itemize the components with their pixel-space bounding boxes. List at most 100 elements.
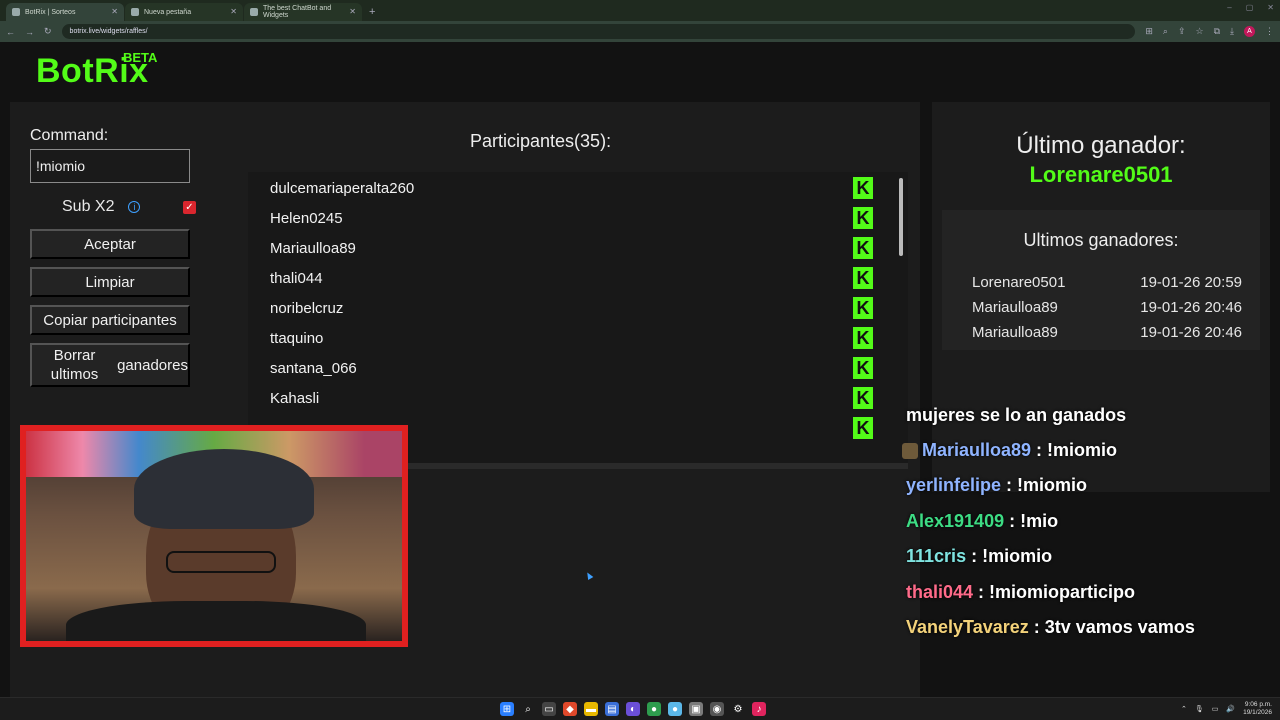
chat-username: yerlinfelipe: [906, 475, 1002, 495]
winner-time: 19-01-26 20:46: [1140, 324, 1242, 341]
chat-message: Alex191409 : !mio: [906, 511, 1058, 532]
chat-message: thali044 : !miomioparticipo: [906, 582, 1135, 603]
chat-username: VanelyTavarez: [906, 617, 1029, 637]
list-item: noribelcruz K: [248, 293, 908, 323]
tray-chevron-icon[interactable]: ⌃: [1181, 705, 1187, 713]
beta-badge: BETA: [123, 50, 158, 65]
chrome-profile-icon[interactable]: ●: [668, 702, 682, 716]
participant-name: thali044: [270, 269, 323, 287]
obs-icon[interactable]: ◉: [710, 702, 724, 716]
forward-icon[interactable]: →: [25, 27, 34, 37]
tab-botrix[interactable]: BotRix | Sorteos ✕: [6, 3, 124, 21]
chat-username: thali044: [906, 582, 974, 602]
winner-row: Mariaulloa89 19-01-26 20:46: [972, 324, 1242, 341]
menu-kebab-icon[interactable]: ⋮: [1265, 26, 1274, 37]
app-icon[interactable]: ▣: [689, 702, 703, 716]
bookmark-star-icon[interactable]: ☆: [1196, 26, 1204, 37]
microphone-icon[interactable]: 🎙: [1195, 705, 1204, 713]
webcam-feed: [26, 431, 402, 641]
chat-message: 111cris : !miomio: [906, 546, 1052, 567]
list-item: dulcemariaperalta260 K: [248, 173, 908, 203]
app-icon[interactable]: ◐: [626, 702, 640, 716]
chat-message: yerlinfelipe : !miomio: [906, 475, 1087, 496]
volume-icon[interactable]: 🔊: [1226, 705, 1235, 713]
list-item: Mariaulloa89 K: [248, 233, 908, 263]
url-field[interactable]: botrix.live/widgets/raffles/: [61, 24, 1136, 39]
kick-icon: K: [853, 417, 873, 439]
kick-icon: K: [853, 387, 873, 409]
new-tab-button[interactable]: +: [363, 6, 381, 21]
list-item: Helen0245 K: [248, 203, 908, 233]
participant-name: dulcemariaperalta260: [270, 179, 415, 197]
brave-icon[interactable]: ◆: [563, 702, 577, 716]
list-scrollbar[interactable]: [899, 178, 903, 256]
zoom-icon[interactable]: ⌕: [1163, 26, 1168, 37]
list-item: ttaquino K: [248, 323, 908, 353]
sub-x2-row: Sub X2 i ✓: [30, 193, 196, 221]
tab-chatbot[interactable]: The best ChatBot and Widgets ✕: [244, 3, 362, 21]
winner-time: 19-01-26 20:59: [1140, 274, 1242, 291]
participant-name: Helen0245: [270, 209, 343, 227]
close-tab-icon[interactable]: ✕: [230, 7, 237, 16]
participants-list[interactable]: dulcemariaperalta260 K Helen0245 K Maria…: [248, 172, 908, 464]
back-icon[interactable]: ←: [6, 27, 15, 37]
translate-icon[interactable]: ⊞: [1145, 26, 1153, 37]
chat-text: : !mio: [1004, 511, 1059, 531]
search-icon[interactable]: ⌕: [521, 702, 535, 716]
delete-winners-button[interactable]: Borrar ultimos ganadores: [30, 343, 190, 387]
tab-new[interactable]: Nueva pestaña ✕: [125, 3, 243, 21]
kick-icon: K: [853, 237, 873, 259]
delete-winners-label-line1: Borrar ultimos: [50, 347, 99, 383]
profile-avatar[interactable]: A: [1244, 26, 1255, 37]
extensions-icon[interactable]: ⧉: [1214, 26, 1220, 37]
chat-message: Mariaulloa89 : !miomio: [902, 440, 1117, 461]
winner-name: Lorenare0501: [972, 274, 1066, 291]
tiktok-icon[interactable]: ♪: [752, 702, 766, 716]
sub-x2-checkbox[interactable]: ✓: [183, 200, 196, 214]
clear-button[interactable]: Limpiar: [30, 267, 190, 297]
chat-text: : !miomio: [966, 546, 1053, 566]
task-view-icon[interactable]: ▭: [542, 702, 556, 716]
steam-icon[interactable]: ⚙: [731, 702, 745, 716]
kick-icon: K: [853, 357, 873, 379]
chat-message: VanelyTavarez : 3tv vamos vamos: [906, 617, 1195, 638]
webcam-overlay: [20, 425, 408, 647]
downloads-icon[interactable]: ⤓: [1230, 26, 1234, 37]
browser-tab-bar: BotRix | Sorteos ✕ Nueva pestaña ✕ The b…: [0, 0, 1280, 21]
streamer-cap: [134, 449, 314, 529]
reload-icon[interactable]: ↻: [44, 26, 52, 37]
file-explorer-icon[interactable]: ▬: [584, 702, 598, 716]
maximize-icon[interactable]: ▢: [1246, 3, 1254, 12]
chat-message: mujeres se lo an ganados: [906, 405, 1126, 426]
raffle-controls: Command: Sub X2 i ✓ Aceptar Limpiar Copi…: [30, 127, 196, 387]
info-icon[interactable]: i: [128, 201, 141, 213]
list-item: thali044 K: [248, 263, 908, 293]
close-tab-icon[interactable]: ✕: [111, 7, 118, 16]
share-icon[interactable]: ⇪: [1178, 26, 1186, 37]
chat-username: 111cris: [906, 546, 967, 566]
winner-row: Mariaulloa89 19-01-26 20:46: [972, 299, 1242, 316]
store-icon[interactable]: ▤: [605, 702, 619, 716]
globe-icon: [131, 8, 139, 16]
botrix-favicon-icon: [12, 8, 20, 16]
last-winner-label: Último ganador:: [1016, 132, 1186, 159]
clock[interactable]: 9:06 p.m. 19/1/2026: [1243, 701, 1272, 717]
minimize-icon[interactable]: –: [1227, 3, 1231, 12]
copy-participants-button[interactable]: Copiar participantes: [30, 305, 190, 335]
tab-title: BotRix | Sorteos: [25, 8, 76, 16]
close-window-icon[interactable]: ✕: [1267, 3, 1274, 12]
botrix-favicon-icon: [250, 8, 258, 16]
tab-title: Nueva pestaña: [144, 8, 192, 16]
kick-icon: K: [853, 177, 873, 199]
kick-icon: K: [853, 267, 873, 289]
command-input[interactable]: [30, 149, 190, 183]
network-icon[interactable]: ▭: [1212, 705, 1219, 713]
windows-start-icon[interactable]: ⊞: [500, 702, 514, 716]
delete-winners-label-line2: ganadores: [117, 356, 188, 374]
close-tab-icon[interactable]: ✕: [349, 7, 356, 16]
kick-icon: K: [853, 327, 873, 349]
taskbar-apps: ⊞ ⌕ ▭ ◆ ▬ ▤ ◐ ● ● ▣ ◉ ⚙ ♪: [500, 702, 766, 716]
accept-button[interactable]: Aceptar: [30, 229, 190, 259]
chrome-icon[interactable]: ●: [647, 702, 661, 716]
winner-name: Mariaulloa89: [972, 299, 1058, 316]
